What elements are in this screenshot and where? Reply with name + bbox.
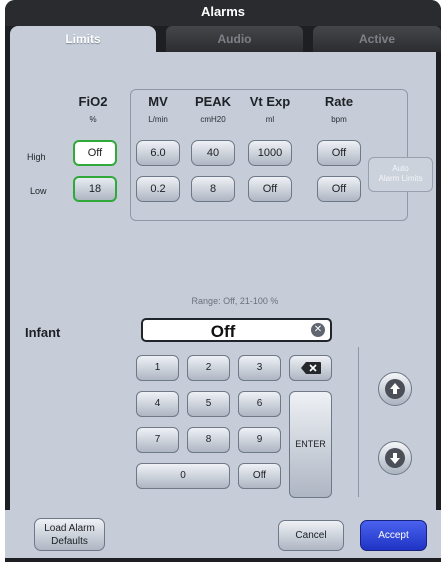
peak-header: PEAK — [194, 94, 232, 109]
window-title: Alarms — [5, 0, 441, 26]
fio2-high-button[interactable]: Off — [73, 140, 117, 166]
load-defaults-line2: Defaults — [51, 536, 88, 547]
peak-unit: cmH20 — [200, 115, 226, 124]
tab-limits[interactable]: Limits — [10, 26, 156, 52]
row-label-low: Low — [30, 186, 47, 196]
patient-type-label: Infant — [25, 325, 61, 340]
fio2-unit: % — [89, 115, 97, 124]
rate-high-button[interactable]: Off — [317, 140, 361, 166]
mv-header: MV — [148, 94, 168, 109]
row-label-high: High — [27, 152, 46, 162]
mv-unit: L/min — [148, 115, 168, 124]
key-2[interactable]: 2 — [187, 355, 230, 381]
vtexp-unit: ml — [265, 115, 275, 124]
key-9[interactable]: 9 — [238, 427, 281, 453]
key-1[interactable]: 1 — [136, 355, 179, 381]
peak-high-button[interactable]: 40 — [191, 140, 235, 166]
auto-label-line1: Auto — [392, 164, 409, 173]
auto-alarm-limits-button[interactable]: Auto Alarm Limits — [368, 157, 433, 192]
arrow-down-icon — [385, 448, 405, 468]
vtexp-high-button[interactable]: 1000 — [248, 140, 292, 166]
fio2-low-button[interactable]: 18 — [73, 176, 117, 202]
key-3[interactable]: 3 — [238, 355, 281, 381]
peak-low-button[interactable]: 8 — [191, 176, 235, 202]
footer-bar: Load Alarm Defaults Cancel Accept — [5, 510, 441, 562]
accept-button[interactable]: Accept — [360, 520, 427, 551]
cancel-button[interactable]: Cancel — [278, 520, 344, 551]
rate-low-button[interactable]: Off — [317, 176, 361, 202]
key-7[interactable]: 7 — [136, 427, 179, 453]
tab-audio[interactable]: Audio — [166, 26, 303, 52]
vtexp-header: Vt Exp — [249, 94, 291, 109]
key-6[interactable]: 6 — [238, 391, 281, 417]
mv-low-button[interactable]: 0.2 — [136, 176, 180, 202]
auto-label-line2: Alarm Limits — [378, 174, 423, 183]
arrow-up-icon — [385, 379, 405, 399]
vtexp-low-button[interactable]: Off — [248, 176, 292, 202]
key-off[interactable]: Off — [238, 463, 281, 489]
load-defaults-line1: Load Alarm — [44, 523, 95, 534]
mv-high-button[interactable]: 6.0 — [136, 140, 180, 166]
rate-header: Rate — [324, 94, 354, 109]
decrement-button[interactable] — [378, 441, 412, 475]
alarms-window: Alarms Limits Audio Active FiO2 % High L… — [5, 0, 441, 562]
tab-active[interactable]: Active — [313, 26, 441, 52]
key-0[interactable]: 0 — [136, 463, 230, 489]
enter-button[interactable]: ENTER — [289, 391, 332, 498]
keypad-divider — [358, 347, 359, 497]
range-text: Range: Off, 21-100 % — [191, 296, 279, 306]
value-input[interactable]: Off ✕ — [141, 318, 332, 342]
rate-unit: bpm — [331, 115, 347, 124]
key-8[interactable]: 8 — [187, 427, 230, 453]
bottom-edge — [5, 558, 441, 562]
key-5[interactable]: 5 — [187, 391, 230, 417]
backspace-button[interactable] — [289, 355, 332, 381]
fio2-header: FiO2 — [78, 94, 108, 109]
clear-icon[interactable]: ✕ — [311, 323, 325, 337]
backspace-icon — [300, 362, 321, 374]
key-4[interactable]: 4 — [136, 391, 179, 417]
value-display: Off — [210, 322, 236, 341]
load-alarm-defaults-button[interactable]: Load Alarm Defaults — [34, 518, 105, 551]
increment-button[interactable] — [378, 372, 412, 406]
